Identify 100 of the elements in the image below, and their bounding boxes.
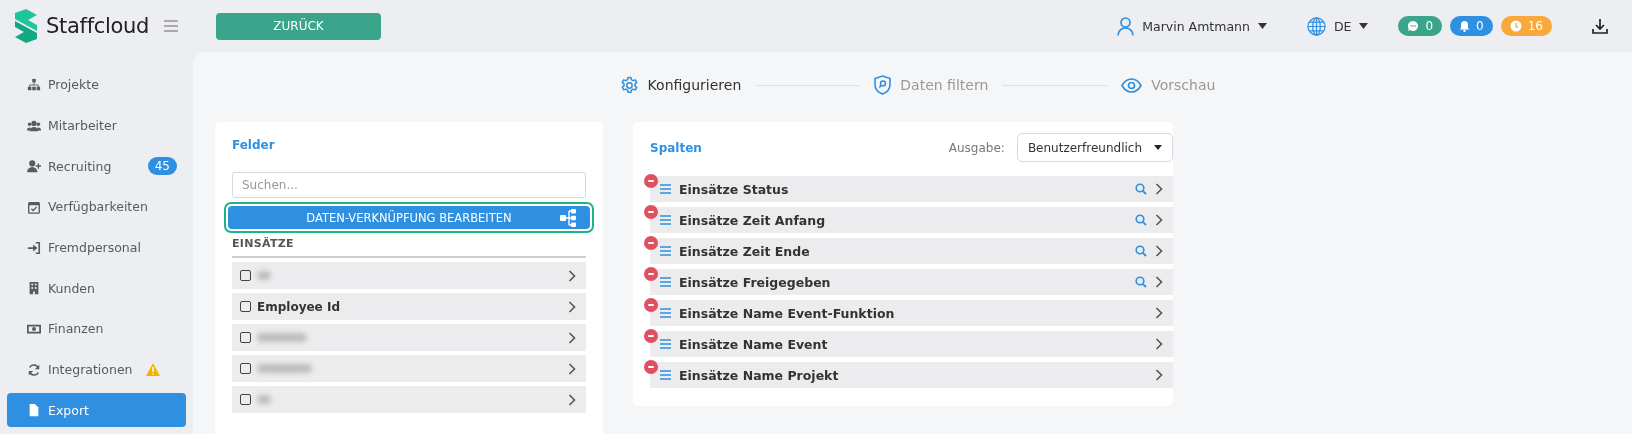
sidebar-item[interactable]: Verfügbarkeiten — [7, 190, 186, 224]
remove-icon[interactable] — [644, 298, 658, 312]
settings-icon — [619, 75, 639, 95]
panel-title: Spalten — [650, 140, 702, 155]
remove-icon[interactable] — [644, 267, 658, 281]
step-tab[interactable]: Konfigurieren — [619, 75, 742, 95]
blurred-label — [257, 395, 271, 404]
chevron-right-icon[interactable] — [1155, 369, 1163, 381]
column-label: Einsätze Zeit Ende — [679, 243, 810, 259]
drag-handle-icon[interactable] — [660, 277, 671, 287]
building-icon — [27, 281, 41, 296]
column-label: Einsätze Status — [679, 181, 789, 197]
blurred-label — [257, 333, 307, 342]
blurred-label — [257, 271, 271, 280]
output-label: Ausgabe: — [948, 140, 1005, 155]
caret-icon[interactable] — [1359, 23, 1369, 29]
people-icon — [27, 118, 41, 133]
download-icon[interactable] — [1592, 18, 1608, 34]
checkbox[interactable] — [240, 301, 251, 312]
column-label: Einsätze Name Projekt — [679, 367, 839, 383]
chevron-right-icon[interactable] — [568, 300, 576, 313]
search-icon[interactable] — [1135, 183, 1147, 195]
search-icon[interactable] — [1135, 276, 1147, 288]
count-badge[interactable]: 0 — [1450, 16, 1493, 36]
drag-handle-icon[interactable] — [660, 308, 671, 318]
column-label: Einsätze Name Event — [679, 336, 828, 352]
checkbox[interactable] — [240, 332, 251, 343]
enter-icon — [27, 240, 41, 255]
chevron-right-icon[interactable] — [568, 269, 576, 282]
chevron-right-icon[interactable] — [568, 393, 576, 406]
clock-icon — [1509, 20, 1522, 32]
chat-icon — [1407, 20, 1420, 32]
calendar-icon — [27, 199, 41, 214]
field-row[interactable] — [232, 386, 586, 413]
drag-handle-icon[interactable] — [660, 339, 671, 349]
column-row[interactable]: Einsätze Status — [650, 176, 1173, 202]
caret-icon[interactable] — [1154, 145, 1162, 150]
logo-icon — [15, 9, 37, 43]
blurred-label — [257, 364, 312, 373]
recruit-icon — [27, 159, 41, 174]
column-row[interactable]: Einsätze Name Projekt — [650, 362, 1173, 388]
sidebar-item[interactable]: Kunden — [7, 271, 186, 306]
user-name[interactable]: Marvin Amtmann — [1142, 18, 1250, 34]
output-dropdown[interactable]: Benutzerfreundlich — [1016, 133, 1173, 162]
hierarchy-icon — [560, 208, 576, 227]
field-row[interactable] — [232, 324, 586, 351]
chevron-right-icon[interactable] — [568, 362, 576, 375]
bell-icon — [1459, 20, 1471, 32]
chevron-right-icon[interactable] — [1155, 276, 1163, 288]
checkbox[interactable] — [240, 270, 251, 281]
column-row[interactable]: Einsätze Freigegeben — [650, 269, 1173, 295]
sidebar-item[interactable]: Export — [7, 393, 186, 428]
column-label: Einsätze Zeit Anfang — [679, 212, 826, 228]
checkbox[interactable] — [240, 363, 251, 374]
panel-title: Felder — [232, 138, 276, 152]
remove-icon[interactable] — [644, 329, 658, 343]
column-label: Einsätze Name Event-Funktion — [679, 305, 895, 321]
user-icon[interactable] — [1117, 16, 1135, 36]
remove-icon[interactable] — [644, 236, 658, 250]
chevron-right-icon[interactable] — [1155, 245, 1163, 257]
column-label: Einsätze Freigegeben — [679, 274, 831, 290]
shield-search-icon — [874, 75, 892, 95]
sync-icon — [27, 362, 41, 377]
field-label: Employee Id — [257, 299, 340, 314]
sidebar-item[interactable]: Mitarbeiter — [7, 108, 186, 143]
column-row[interactable]: Einsätze Zeit Ende — [650, 238, 1173, 264]
sidebar-item[interactable]: Fremdpersonal — [7, 230, 186, 265]
chevron-right-icon[interactable] — [568, 331, 576, 344]
column-row[interactable]: Einsätze Name Event-Funktion — [650, 300, 1173, 326]
checkbox[interactable] — [240, 394, 251, 405]
search-field[interactable]: Suchen... — [232, 172, 586, 198]
drag-handle-icon[interactable] — [660, 246, 671, 256]
remove-icon[interactable] — [644, 360, 658, 374]
search-icon[interactable] — [1135, 214, 1147, 226]
language-label[interactable]: DE — [1333, 18, 1352, 34]
drag-handle-icon[interactable] — [660, 215, 671, 225]
remove-icon[interactable] — [644, 174, 658, 188]
drag-handle-icon[interactable] — [660, 184, 671, 194]
search-icon[interactable] — [1135, 245, 1147, 257]
chevron-right-icon[interactable] — [1155, 338, 1163, 350]
chevron-right-icon[interactable] — [1155, 183, 1163, 195]
globe-icon[interactable] — [1306, 16, 1326, 36]
menu-icon[interactable] — [164, 20, 179, 32]
chevron-right-icon[interactable] — [1155, 307, 1163, 319]
caret-icon[interactable] — [1257, 23, 1267, 29]
drag-handle-icon[interactable] — [660, 370, 671, 380]
field-row[interactable] — [232, 262, 586, 289]
column-row[interactable]: Einsätze Zeit Anfang — [650, 207, 1173, 233]
sidebar-item[interactable]: Finanzen — [7, 312, 186, 346]
remove-icon[interactable] — [644, 205, 658, 219]
sidebar-item[interactable]: Integrationen — [7, 352, 186, 387]
column-row[interactable]: Einsätze Name Event — [650, 331, 1173, 357]
eye-icon — [1121, 77, 1143, 93]
sidebar-item[interactable]: Projekte — [7, 68, 186, 102]
chevron-right-icon[interactable] — [1155, 214, 1163, 226]
count-badge: 45 — [147, 157, 177, 176]
field-row[interactable] — [232, 355, 586, 382]
field-row[interactable]: Employee Id — [232, 293, 586, 320]
sidebar-item[interactable]: Recruiting 45 — [7, 149, 186, 183]
edit-link-button[interactable]: DATEN-VERKNÜPFUNG BEARBEITEN — [228, 206, 590, 229]
